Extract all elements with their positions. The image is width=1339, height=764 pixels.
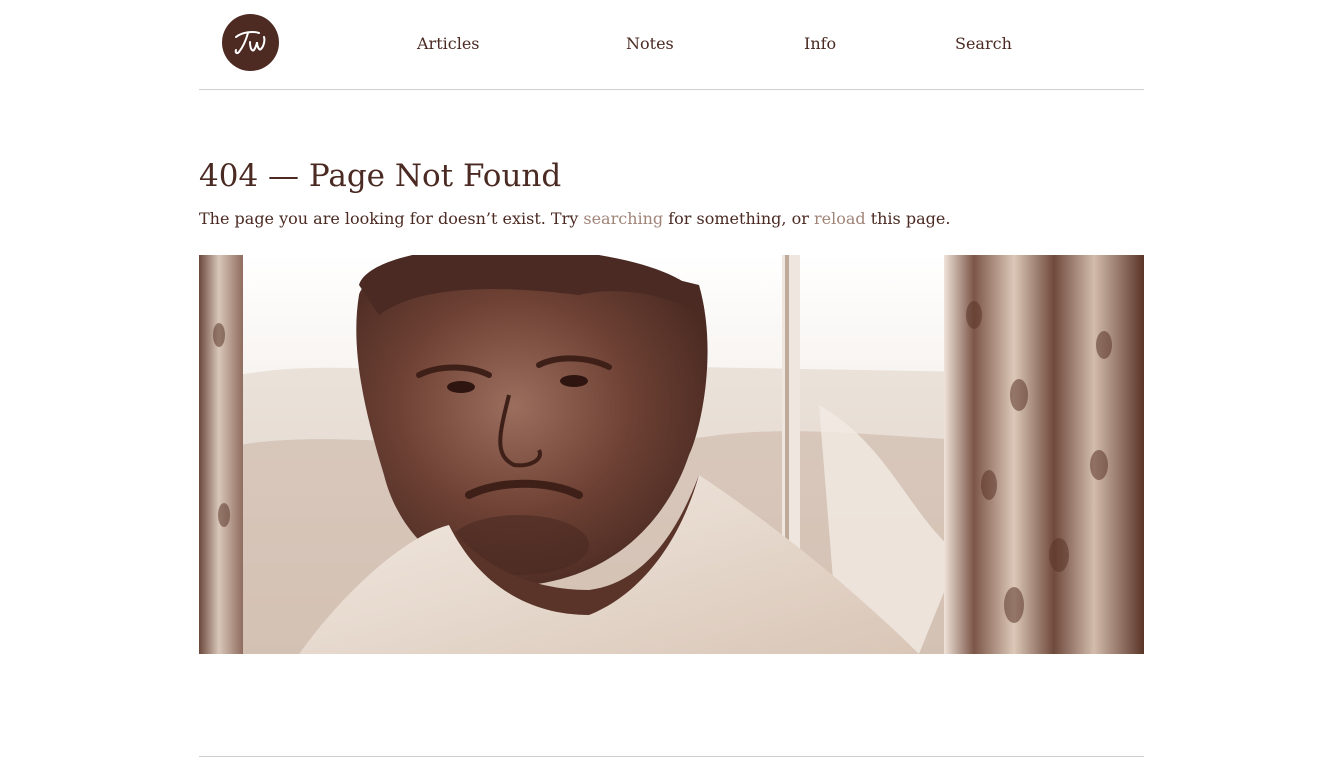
page-title: 404 — Page Not Found — [199, 158, 562, 194]
logo-text: TW — [222, 71, 223, 72]
message-text-before: The page you are looking for doesn’t exi… — [199, 209, 584, 228]
searching-link[interactable]: searching — [583, 209, 663, 228]
hero-image — [199, 255, 1144, 654]
sepia-photo — [199, 255, 1144, 654]
site-header: TW Articles Notes Info Search — [199, 0, 1144, 90]
nav-articles[interactable]: Articles — [417, 34, 480, 53]
message-text-after: this page. — [865, 209, 951, 228]
footer-divider — [199, 756, 1144, 757]
nav-search[interactable]: Search — [955, 34, 1012, 53]
reload-link[interactable]: reload — [814, 209, 866, 228]
site-logo[interactable]: TW — [222, 14, 279, 71]
nav-notes[interactable]: Notes — [626, 34, 674, 53]
tw-monogram-icon — [234, 31, 266, 55]
nav-info[interactable]: Info — [804, 34, 836, 53]
page-container: TW Articles Notes Info Search 404 — Page… — [199, 0, 1144, 757]
error-message: The page you are looking for doesn’t exi… — [199, 209, 950, 228]
message-text-middle: for something, or — [663, 209, 814, 228]
